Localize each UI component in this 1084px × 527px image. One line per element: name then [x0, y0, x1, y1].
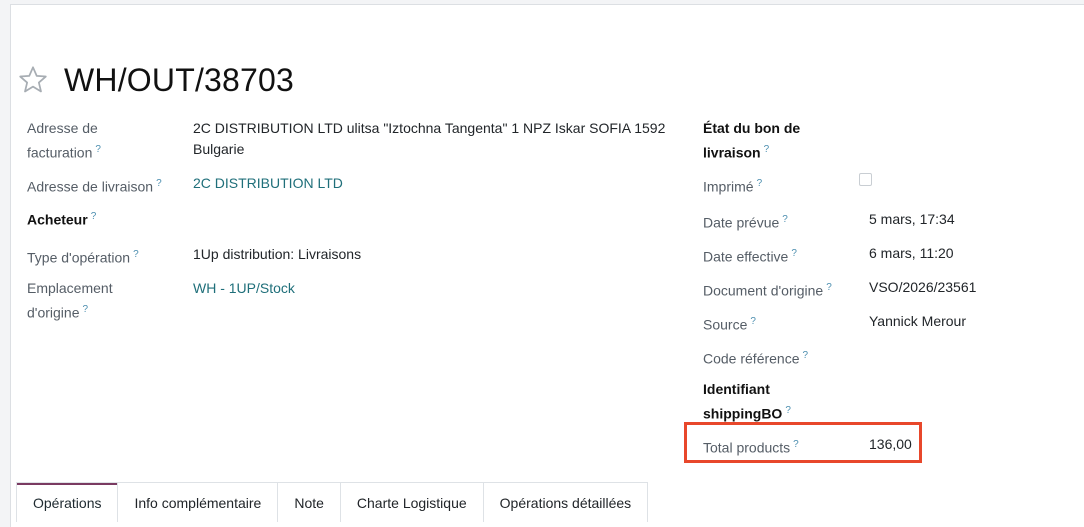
help-icon[interactable]: ? [791, 248, 797, 259]
origin-document-label: Document d'origine? [703, 277, 832, 302]
printed-checkbox[interactable] [859, 173, 872, 186]
effective-date-value[interactable]: 6 mars, 11:20 [869, 243, 954, 264]
billing-address-value: 2C DISTRIBUTION LTD ulitsa "Iztochna Tan… [193, 118, 683, 160]
billing-address-label-line2: facturation [27, 144, 93, 161]
highlight-box [684, 422, 922, 463]
buyer-label-text: Acheteur [27, 211, 88, 228]
reference-code-label-text: Code référence [703, 350, 800, 367]
billing-address-line1: 2C DISTRIBUTION LTD ulitsa "Iztochna Tan… [193, 120, 666, 136]
billing-address-line2: Bulgarie [193, 141, 245, 157]
source-label: Source? [703, 311, 756, 336]
help-icon[interactable]: ? [95, 144, 101, 155]
tab-operations[interactable]: Opérations [16, 482, 119, 522]
notebook-tabs: Opérations Info complémentaire Note Char… [16, 482, 649, 522]
shipping-id-label-line1: Identifiant [703, 381, 770, 397]
scheduled-date-label-text: Date prévue [703, 214, 780, 231]
help-icon[interactable]: ? [782, 214, 788, 225]
help-icon[interactable]: ? [764, 144, 770, 155]
delivery-address-link[interactable]: 2C DISTRIBUTION LTD [193, 173, 343, 194]
effective-date-label-text: Date effective [703, 248, 789, 265]
help-icon[interactable]: ? [785, 405, 791, 416]
shipping-id-label: Identifiant shippingBO? [703, 379, 791, 425]
origin-document-label-text: Document d'origine [703, 282, 824, 299]
source-location-label: Emplacement d'origine? [27, 278, 113, 324]
help-icon[interactable]: ? [826, 282, 832, 293]
page-title: WH/OUT/38703 [64, 62, 295, 98]
reference-code-label: Code référence? [703, 345, 808, 370]
tab-charte-logistique[interactable]: Charte Logistique [339, 482, 484, 522]
help-icon[interactable]: ? [91, 211, 97, 222]
source-location-label-line2: d'origine [27, 304, 80, 321]
source-location-label-line1: Emplacement [27, 280, 113, 296]
scheduled-date-label: Date prévue? [703, 209, 788, 234]
help-icon[interactable]: ? [156, 178, 162, 189]
printed-label: Imprimé? [703, 173, 762, 198]
scheduled-date-value[interactable]: 5 mars, 17:34 [869, 209, 955, 230]
origin-document-value[interactable]: VSO/2026/23561 [869, 277, 976, 298]
printed-label-text: Imprimé [703, 178, 754, 195]
help-icon[interactable]: ? [750, 316, 756, 327]
delivery-state-label-line2: livraison [703, 144, 761, 161]
delivery-address-label-text: Adresse de livraison [27, 178, 154, 195]
help-icon[interactable]: ? [803, 350, 809, 361]
delivery-state-label-line1: État du bon de [703, 120, 801, 136]
operation-type-value: 1Up distribution: Livraisons [193, 246, 362, 262]
shipping-id-label-line2: shippingBO [703, 405, 783, 422]
help-icon[interactable]: ? [83, 304, 89, 315]
tab-info-complementaire[interactable]: Info complémentaire [117, 482, 279, 522]
star-outline-icon[interactable] [16, 63, 50, 97]
title-row: WH/OUT/38703 [16, 60, 294, 100]
buyer-label: Acheteur? [27, 206, 96, 231]
source-value[interactable]: Yannick Merour [869, 311, 966, 332]
help-icon[interactable]: ? [757, 178, 763, 189]
tab-operations-detaillees[interactable]: Opérations détaillées [482, 482, 649, 522]
help-icon[interactable]: ? [133, 249, 139, 260]
billing-address-label: Adresse de facturation? [27, 118, 101, 164]
operation-type-label-text: Type d'opération [27, 249, 131, 266]
delivery-state-label: État du bon de livraison? [703, 118, 800, 164]
tab-note[interactable]: Note [277, 482, 341, 522]
billing-address-label-line1: Adresse de [27, 120, 98, 136]
source-location-link[interactable]: WH - 1UP/Stock [193, 278, 295, 299]
source-label-text: Source [703, 316, 748, 333]
effective-date-label: Date effective? [703, 243, 797, 268]
operation-type-label: Type d'opération? [27, 244, 139, 269]
delivery-address-label: Adresse de livraison? [27, 173, 162, 198]
